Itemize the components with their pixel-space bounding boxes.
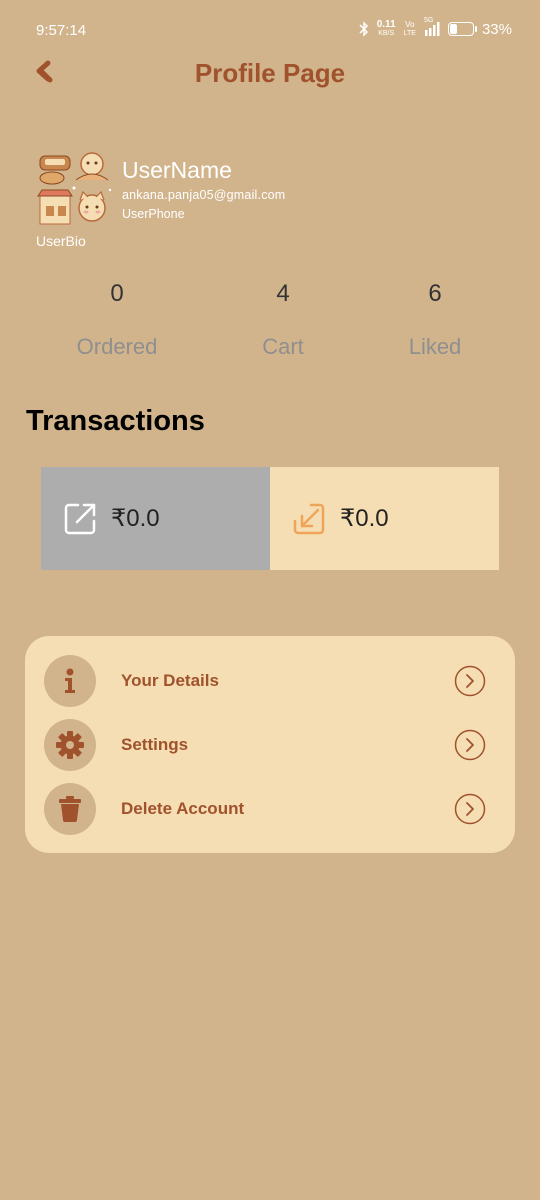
menu-item-settings[interactable]: Settings (25, 719, 515, 771)
trash-icon (44, 783, 96, 835)
stat-cart-value: 4 (276, 280, 290, 307)
arrow-down-left-icon (293, 503, 325, 534)
volte-bottom: LTE (403, 30, 416, 37)
stat-ordered-value: 0 (110, 280, 124, 307)
signal-icon: 5G (424, 17, 440, 37)
network-speed: 0.11 KB/S (377, 20, 396, 38)
avatar (34, 150, 114, 230)
chevron-right-icon (454, 665, 486, 697)
incoming-amount: ₹0.0 (340, 505, 389, 532)
arrow-up-right-icon (64, 503, 96, 534)
menu-label-delete-account: Delete Account (121, 799, 245, 818)
battery-icon (447, 22, 477, 36)
user-bio: UserBio (36, 233, 86, 249)
transactions-title: Transactions (26, 405, 205, 437)
chevron-right-icon (454, 793, 486, 825)
menu-label-settings: Settings (121, 735, 189, 754)
stat-liked-label: Liked (408, 334, 462, 359)
user-email: ankana.panja05@gmail.com (122, 188, 286, 202)
bluetooth-icon (359, 21, 369, 37)
stat-ordered[interactable]: 0 Ordered (47, 280, 187, 360)
outgoing-amount: ₹0.0 (111, 505, 160, 532)
user-name: UserName (122, 157, 232, 183)
stat-cart[interactable]: 4 Cart (213, 280, 353, 360)
battery-fill (449, 24, 458, 34)
network-speed-value: 0.11 (376, 19, 396, 30)
battery-percent: 33% (481, 20, 512, 38)
stat-ordered-label: Ordered (76, 334, 158, 359)
signal-label: 5G (423, 17, 434, 24)
volte-top: Vo (405, 20, 415, 29)
outgoing-transaction-card[interactable]: ₹0.0 (41, 467, 270, 570)
stat-liked-value: 6 (428, 280, 442, 307)
stat-cart-label: Cart (262, 334, 304, 359)
info-icon (44, 655, 96, 707)
stat-liked[interactable]: 6 Liked (365, 280, 505, 360)
network-speed-unit: KB/S (378, 30, 395, 37)
chevron-right-icon (454, 729, 486, 761)
gear-icon (44, 719, 96, 771)
status-time: 9:57:14 (36, 22, 87, 39)
menu-item-your-details[interactable]: Your Details (25, 655, 515, 707)
menu-label-your-details: Your Details (121, 671, 219, 690)
menu-item-delete-account[interactable]: Delete Account (25, 783, 515, 835)
page-title: Profile Page (194, 58, 346, 88)
user-phone: UserPhone (122, 207, 185, 221)
status-bar: 9:57:14 0.11 KB/S Vo LTE 5G 33% (0, 0, 540, 60)
volte-indicator: Vo LTE (404, 20, 416, 38)
status-icons: 0.11 KB/S Vo LTE 5G 33% (359, 17, 512, 38)
incoming-transaction-card[interactable]: ₹0.0 (270, 467, 499, 570)
options-menu: Your Details Settings Delete Account (25, 636, 515, 853)
